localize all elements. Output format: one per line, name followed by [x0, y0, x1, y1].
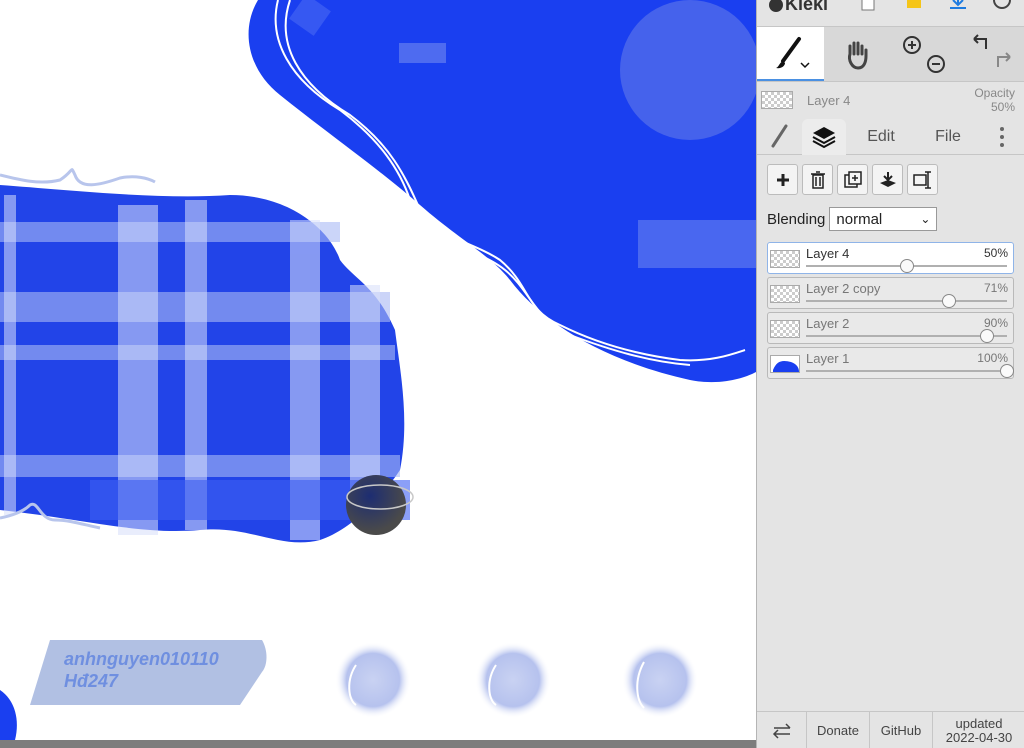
- layer-opacity-slider[interactable]: [806, 364, 1014, 378]
- current-layer-info: Layer 4 Opacity 50%: [757, 83, 1024, 119]
- slider-handle[interactable]: [1000, 364, 1014, 378]
- layer-opacity-slider[interactable]: [806, 329, 1007, 343]
- layer-thumbnail: [770, 250, 800, 268]
- layer-thumbnail: [770, 285, 800, 303]
- merge-down-button[interactable]: [872, 164, 903, 195]
- opacity-value: 50%: [990, 100, 1015, 114]
- layer-opacity-slider[interactable]: [806, 259, 1007, 273]
- hand-icon: [848, 41, 868, 70]
- hand-tool-button[interactable]: [824, 27, 892, 81]
- delete-layer-icon: [810, 170, 825, 189]
- brush-icon: [775, 37, 810, 69]
- layer-item-layer-2-copy[interactable]: Layer 2 copy 71%: [767, 277, 1014, 309]
- add-layer-button[interactable]: [767, 164, 798, 195]
- layer-list: Layer 4 50% Layer 2 copy 71% Layer 2 90%: [767, 242, 1015, 382]
- zoom-in-icon[interactable]: [897, 29, 947, 79]
- swap-panel-button[interactable]: [757, 712, 807, 748]
- duplicate-layer-icon: [843, 170, 862, 188]
- blending-label: Blending: [767, 210, 826, 228]
- tool-panel: Kleki Layer 4 Opacity 50% Edit File Blen…: [756, 0, 1024, 748]
- chevron-down-icon: ⌄: [920, 212, 931, 226]
- more-menu-button[interactable]: [987, 119, 1017, 155]
- layer-opacity: 71%: [983, 281, 1008, 295]
- open-folder-icon[interactable]: [905, 0, 923, 14]
- brush-tab-icon: [771, 124, 788, 148]
- layer-opacity-slider[interactable]: [806, 294, 1007, 308]
- current-layer-name: Layer 4: [807, 93, 851, 108]
- layer-opacity: 90%: [983, 316, 1008, 330]
- zoom-out-icon: [927, 55, 945, 73]
- blending-row: Blending normal ⌄: [767, 207, 938, 231]
- signature-line-1: anhnguyen010110: [64, 649, 219, 669]
- layer-name: Layer 2 copy: [806, 281, 881, 296]
- canvas-scrollbar[interactable]: [0, 740, 756, 748]
- tool-row: [757, 26, 1024, 82]
- top-bar: Kleki: [757, 0, 1024, 16]
- donate-link[interactable]: Donate: [807, 712, 870, 748]
- layer-opacity: 100%: [977, 351, 1008, 365]
- add-layer-icon: [776, 173, 789, 186]
- layer-name: Layer 1: [806, 351, 850, 366]
- duplicate-layer-button[interactable]: [837, 164, 868, 195]
- brush-tool-button[interactable]: [757, 27, 824, 81]
- tab-layers[interactable]: [802, 119, 846, 155]
- swap-icon: [772, 722, 791, 739]
- drawing-canvas[interactable]: anhnguyen010110 Hđ247: [0, 0, 756, 740]
- tab-file[interactable]: File: [922, 119, 974, 155]
- layers-icon: [812, 127, 836, 149]
- kleki-logo-icon: [769, 0, 783, 13]
- layer-item-layer-2[interactable]: Layer 2 90%: [767, 312, 1014, 344]
- undo-redo-buttons: [962, 27, 1022, 81]
- layer-thumbnail: [770, 320, 800, 338]
- merge-down-icon: [879, 171, 896, 187]
- layer-name: Layer 2: [806, 316, 850, 331]
- layer-actions: [767, 164, 938, 196]
- tab-edit[interactable]: Edit: [855, 119, 907, 155]
- updated-date: 2022-04-30: [945, 729, 1013, 745]
- layer-item-layer-4[interactable]: Layer 4 50%: [767, 242, 1014, 274]
- more-icon: [1000, 127, 1004, 147]
- canvas-signature: anhnguyen010110 Hđ247: [64, 648, 219, 692]
- layer-name: Layer 4: [806, 246, 850, 261]
- app-logo[interactable]: Kleki: [769, 0, 828, 15]
- github-link[interactable]: GitHub: [870, 712, 933, 748]
- slider-handle[interactable]: [979, 329, 994, 343]
- panel-footer: Donate GitHub updated 2022-04-30: [757, 711, 1024, 748]
- signature-line-2: Hđ247: [64, 671, 119, 691]
- app-name: Kleki: [785, 0, 829, 14]
- panel-tabs: Edit File: [757, 119, 1024, 155]
- download-icon[interactable]: [949, 0, 967, 14]
- layer-opacity: 50%: [983, 246, 1008, 260]
- tab-brush[interactable]: [757, 119, 801, 155]
- current-layer-opacity: Opacity 50%: [974, 86, 1015, 114]
- delete-layer-button[interactable]: [802, 164, 833, 195]
- help-icon[interactable]: [993, 0, 1011, 14]
- rename-layer-button[interactable]: [907, 164, 938, 195]
- blending-select[interactable]: normal ⌄: [829, 207, 938, 231]
- blending-value: normal: [836, 210, 883, 228]
- updated-info[interactable]: updated 2022-04-30: [933, 712, 1024, 748]
- slider-handle[interactable]: [899, 259, 914, 273]
- opacity-label: Opacity: [974, 86, 1015, 100]
- layer-item-layer-1[interactable]: Layer 1 100%: [767, 347, 1014, 379]
- canvas-artwork: [0, 0, 756, 740]
- zoom-buttons: [897, 27, 947, 81]
- current-layer-thumbnail: [761, 91, 793, 109]
- redo-icon: [997, 52, 1011, 67]
- undo-icon[interactable]: [962, 29, 1022, 79]
- slider-handle[interactable]: [941, 294, 956, 308]
- layer-thumbnail: [770, 355, 800, 373]
- new-file-icon[interactable]: [859, 0, 877, 14]
- rename-icon: [912, 170, 931, 189]
- app-root: anhnguyen010110 Hđ247 Kleki Layer 4 Opac…: [0, 0, 1024, 748]
- updated-label: updated: [955, 715, 1003, 731]
